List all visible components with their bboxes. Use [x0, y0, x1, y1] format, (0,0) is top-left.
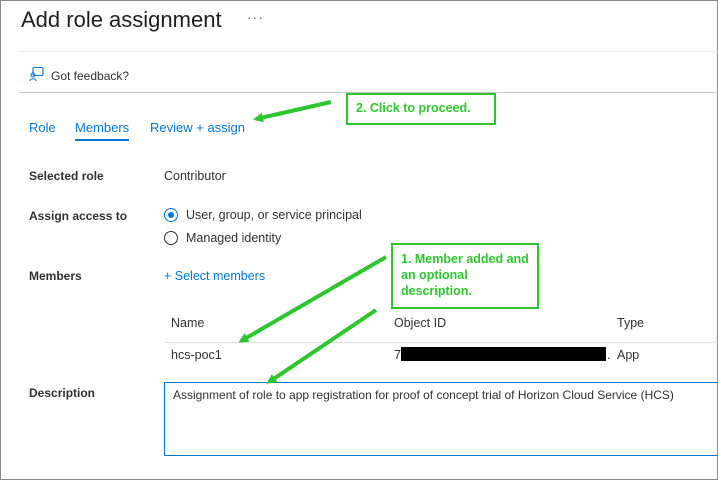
annotation-arrows	[238, 100, 388, 384]
callout-member-added: 1. Member added and an optional descript…	[391, 243, 539, 309]
callout-proceed: 2. Click to proceed.	[346, 93, 496, 125]
arrow-to-description	[266, 308, 378, 384]
arrow-to-member-row	[238, 255, 388, 343]
arrow-to-review-tab	[253, 100, 332, 123]
